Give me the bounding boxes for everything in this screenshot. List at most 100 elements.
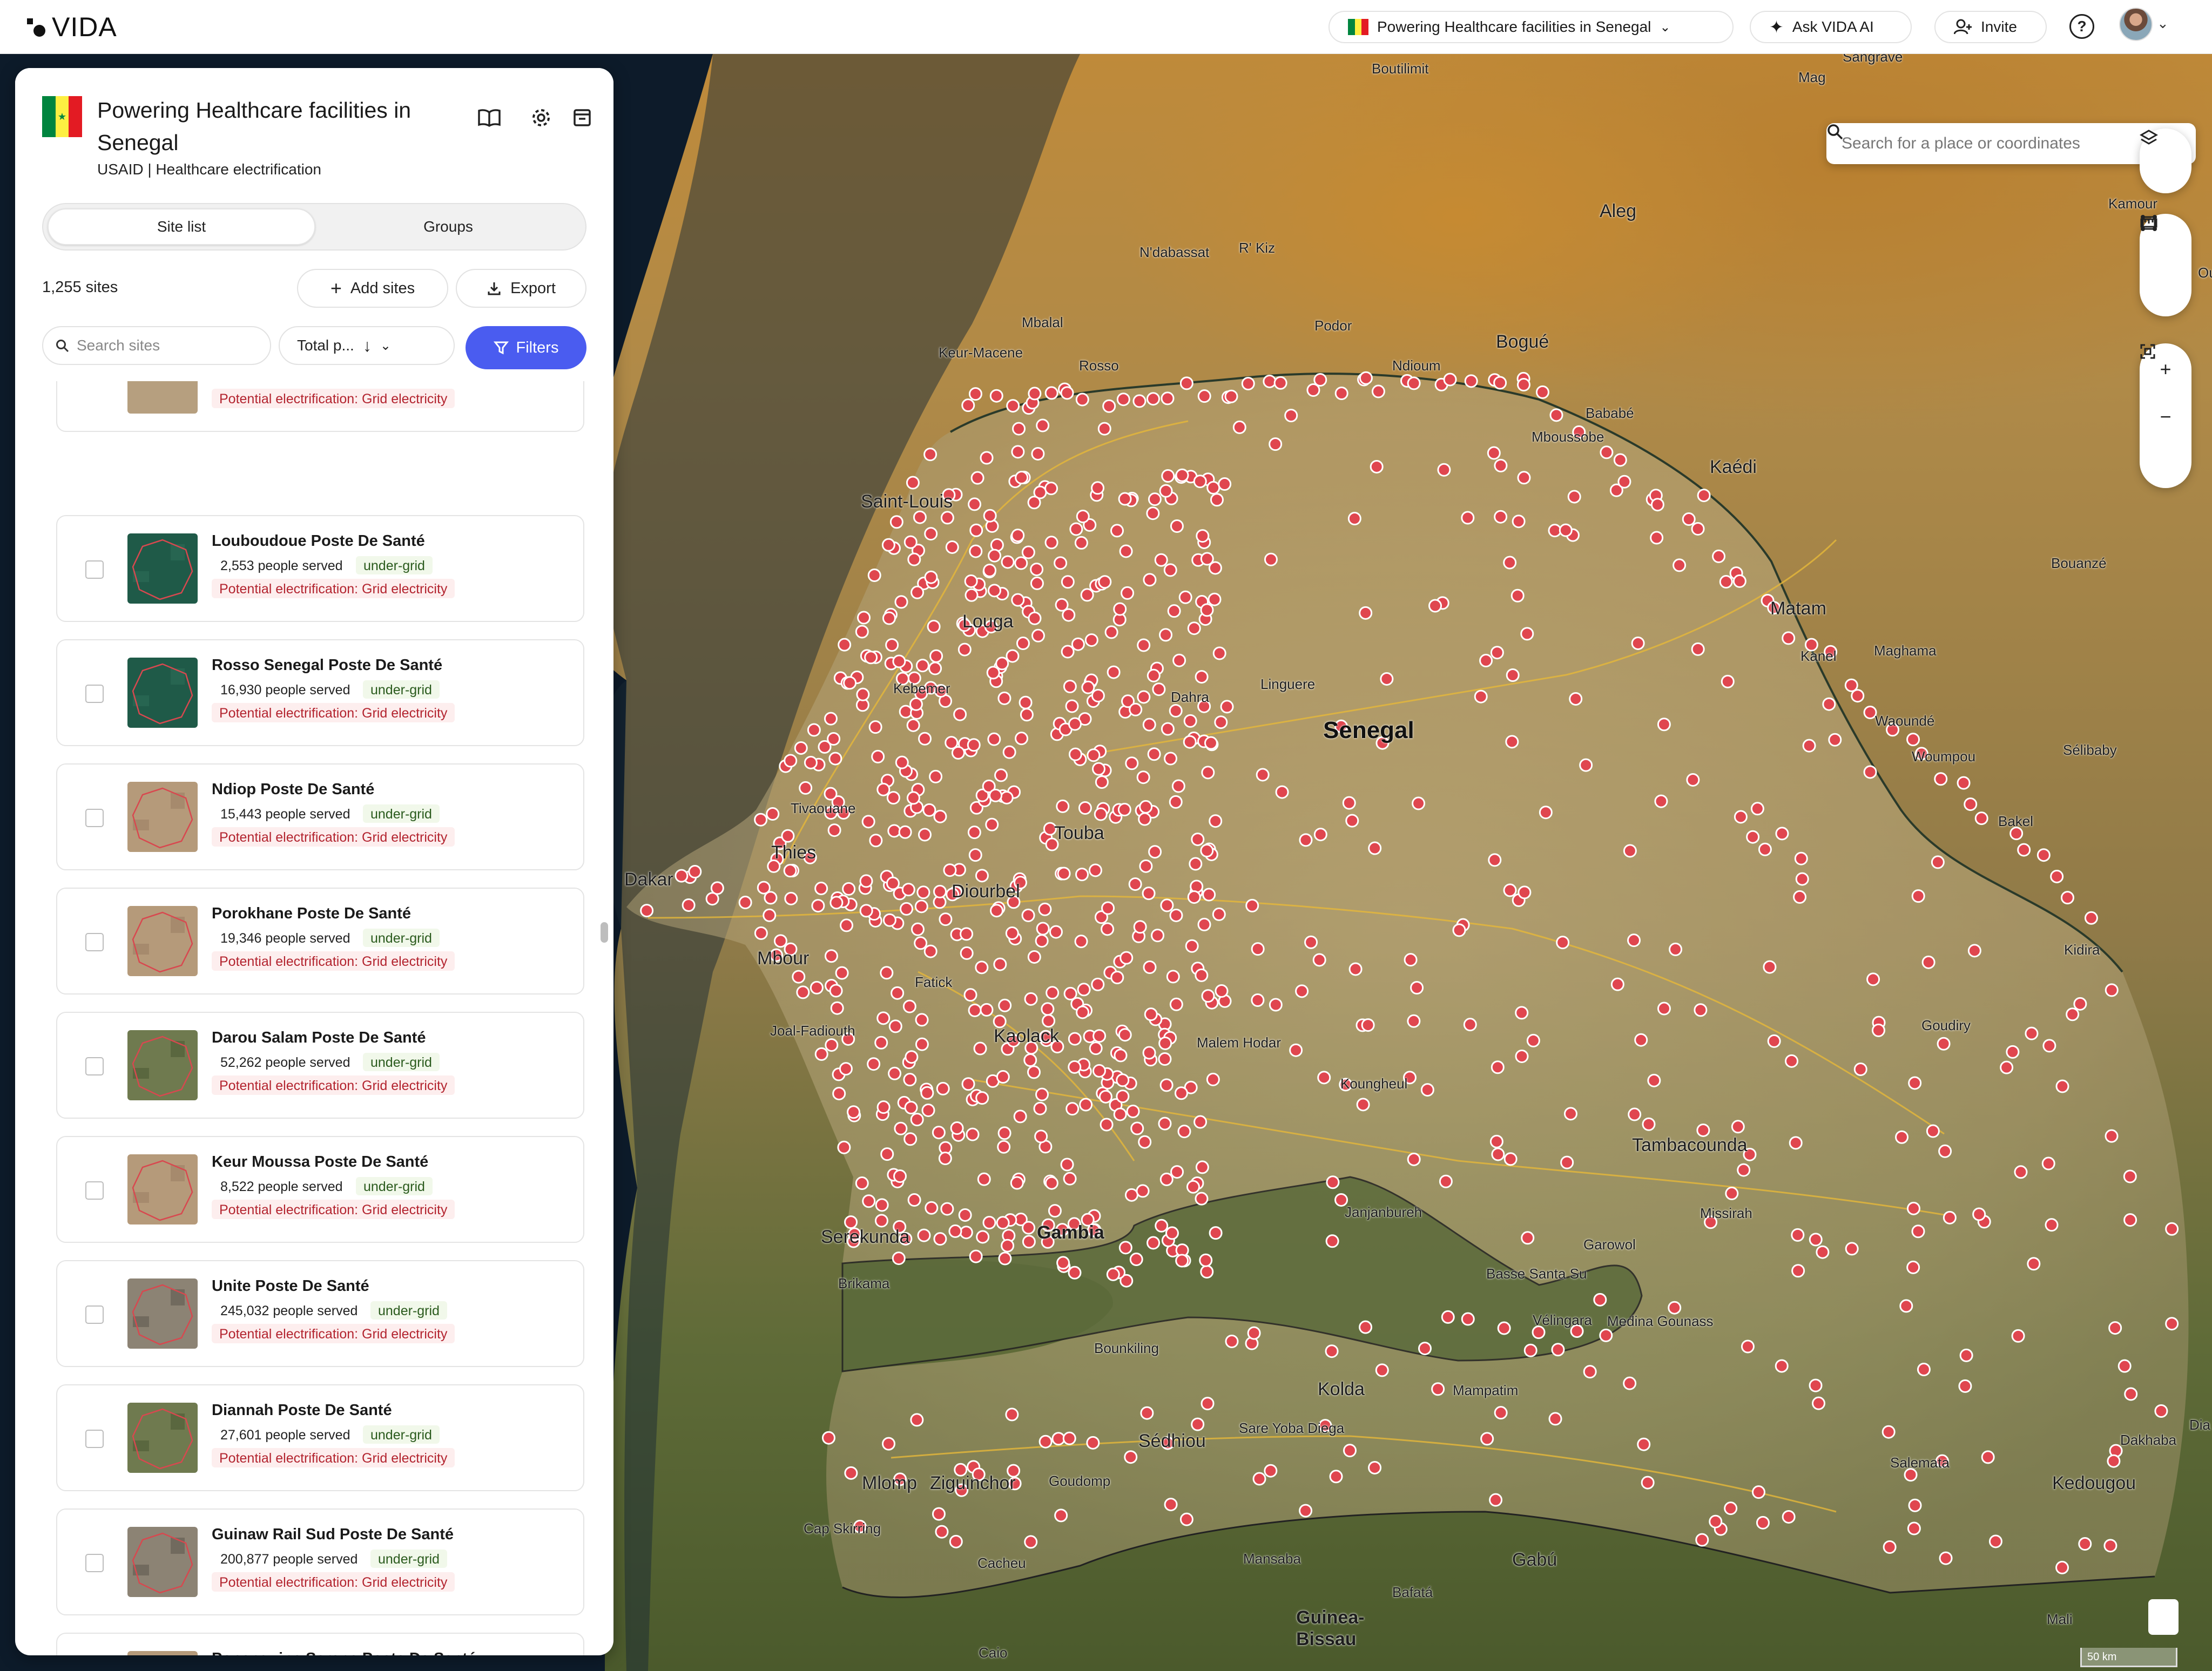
site-marker[interactable]	[982, 1216, 996, 1230]
site-marker[interactable]	[1709, 1514, 1723, 1528]
site-list-scrollbar[interactable]	[601, 922, 608, 943]
site-marker[interactable]	[1921, 955, 1936, 969]
site-marker[interactable]	[1201, 1397, 1215, 1411]
site-marker[interactable]	[1080, 588, 1094, 602]
site-marker[interactable]	[1313, 373, 1327, 387]
site-marker[interactable]	[1816, 1245, 1830, 1259]
site-marker[interactable]	[935, 1525, 949, 1539]
site-marker[interactable]	[1463, 1018, 1477, 1032]
site-card[interactable]: Louboudoue Poste De Santé 2,553 people se…	[56, 515, 584, 622]
site-marker[interactable]	[1033, 1101, 1047, 1115]
site-marker[interactable]	[1113, 1107, 1127, 1121]
site-marker[interactable]	[885, 638, 899, 652]
site-marker[interactable]	[1091, 977, 1105, 991]
site-marker[interactable]	[948, 1224, 962, 1238]
site-marker[interactable]	[1503, 556, 1517, 570]
site-marker[interactable]	[1441, 1310, 1455, 1324]
site-marker[interactable]	[838, 638, 852, 652]
site-marker[interactable]	[675, 869, 689, 883]
site-marker[interactable]	[1412, 796, 1426, 810]
site-marker[interactable]	[1001, 1239, 1015, 1253]
site-marker[interactable]	[1005, 926, 1019, 941]
site-marker[interactable]	[874, 1214, 888, 1228]
site-marker[interactable]	[968, 497, 982, 511]
site-marker[interactable]	[1118, 1028, 1132, 1042]
site-marker[interactable]	[1159, 628, 1173, 642]
site-marker[interactable]	[1044, 536, 1058, 550]
site-marker[interactable]	[888, 1066, 902, 1080]
site-marker[interactable]	[1491, 1060, 1505, 1074]
site-marker[interactable]	[1289, 1043, 1303, 1057]
site-marker[interactable]	[973, 1041, 987, 1056]
site-marker[interactable]	[1011, 529, 1025, 543]
site-marker[interactable]	[1767, 1034, 1781, 1048]
site-marker[interactable]	[1022, 1221, 1036, 1235]
site-marker[interactable]	[1224, 389, 1238, 403]
site-marker[interactable]	[1548, 524, 1562, 538]
site-marker[interactable]	[970, 471, 984, 485]
site-marker[interactable]	[1617, 475, 1631, 489]
site-marker[interactable]	[855, 1176, 869, 1190]
site-marker[interactable]	[1802, 739, 1816, 753]
site-marker[interactable]	[925, 1201, 939, 1215]
site-marker[interactable]	[1023, 1053, 1037, 1067]
site-marker[interactable]	[1737, 1163, 1751, 1177]
site-marker[interactable]	[1095, 775, 1109, 789]
search-sites-input[interactable]: Search sites	[42, 326, 271, 365]
invite-button[interactable]: Invite	[1934, 11, 2047, 43]
site-marker[interactable]	[881, 538, 895, 552]
site-marker[interactable]	[1342, 796, 1356, 810]
site-marker[interactable]	[859, 874, 873, 888]
site-marker[interactable]	[1031, 446, 1045, 461]
site-marker[interactable]	[1812, 1396, 1826, 1410]
site-marker[interactable]	[1623, 1376, 1637, 1390]
site-marker[interactable]	[1712, 549, 1726, 563]
site-marker[interactable]	[994, 768, 1008, 782]
layers-control[interactable]	[2140, 128, 2191, 193]
site-marker[interactable]	[1028, 387, 1042, 401]
site-marker[interactable]	[1763, 960, 1777, 974]
site-marker[interactable]	[1461, 1312, 1475, 1326]
site-marker[interactable]	[1899, 1299, 1913, 1313]
site-marker[interactable]	[1116, 393, 1130, 407]
site-marker[interactable]	[1076, 1005, 1090, 1019]
site-marker[interactable]	[1124, 1450, 1138, 1464]
site-marker[interactable]	[1212, 907, 1226, 921]
project-selector[interactable]: Powering Healthcare facilities in Senega…	[1328, 11, 1734, 43]
site-marker[interactable]	[1110, 970, 1124, 984]
site-marker[interactable]	[1139, 859, 1153, 873]
site-marker[interactable]	[1107, 665, 1121, 679]
site-marker[interactable]	[1179, 376, 1193, 390]
site-marker[interactable]	[1232, 420, 1246, 434]
site-marker[interactable]	[1734, 810, 1748, 824]
site-marker[interactable]	[1964, 797, 1978, 811]
site-marker[interactable]	[894, 595, 908, 609]
site-marker[interactable]	[1185, 939, 1199, 953]
site-marker[interactable]	[1628, 1107, 1642, 1121]
site-marker[interactable]	[773, 934, 787, 948]
site-marker[interactable]	[1160, 898, 1174, 912]
site-marker[interactable]	[911, 585, 925, 599]
site-marker[interactable]	[1295, 984, 1309, 998]
site-marker[interactable]	[1325, 1234, 1339, 1248]
site-marker[interactable]	[1284, 409, 1298, 423]
site-marker[interactable]	[874, 1036, 888, 1050]
site-marker[interactable]	[1782, 1510, 1796, 1524]
site-marker[interactable]	[799, 781, 813, 795]
site-marker[interactable]	[1155, 1219, 1169, 1233]
site-marker[interactable]	[1741, 1339, 1755, 1354]
site-marker[interactable]	[1146, 506, 1160, 520]
site-marker[interactable]	[1515, 1006, 1529, 1020]
site-marker[interactable]	[903, 1073, 917, 1087]
site-card[interactable]: Popenguine Serene Poste De Santé26,882 p…	[56, 1633, 584, 1655]
site-marker[interactable]	[1128, 877, 1142, 891]
site-marker[interactable]	[1599, 1328, 1613, 1342]
site-marker[interactable]	[1526, 1033, 1540, 1047]
site-marker[interactable]	[1197, 917, 1211, 931]
site-marker[interactable]	[1795, 872, 1809, 886]
site-marker[interactable]	[993, 957, 1007, 971]
site-marker[interactable]	[1028, 611, 1042, 625]
site-marker[interactable]	[1002, 745, 1016, 759]
site-marker[interactable]	[1251, 942, 1265, 956]
site-marker[interactable]	[1751, 1485, 1765, 1499]
